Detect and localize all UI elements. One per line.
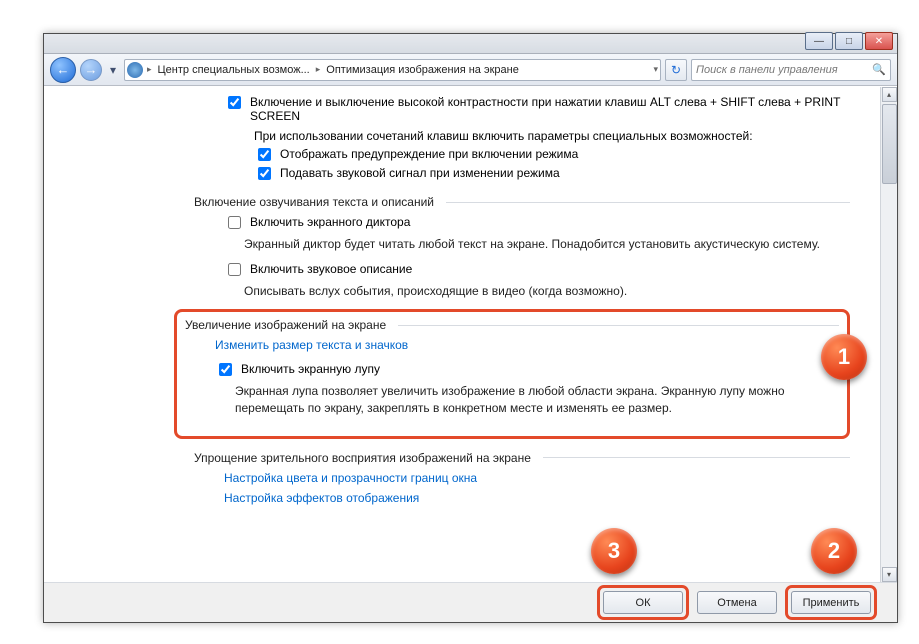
refresh-button[interactable]: ↻	[665, 59, 687, 81]
chevron-right-icon[interactable]: ▸	[147, 64, 152, 75]
annotation-marker-1: 1	[821, 334, 867, 380]
vertical-scrollbar[interactable]: ▴ ▾	[880, 87, 897, 582]
checkbox-input[interactable]	[219, 363, 232, 376]
checkbox-label: Включить звуковое описание	[250, 262, 412, 276]
breadcrumb-segment[interactable]: Оптимизация изображения на экране	[322, 64, 523, 76]
control-panel-window: — □ ✕ ← → ▾ ▸ Центр специальных возмож..…	[43, 33, 898, 623]
forward-button[interactable]: →	[80, 59, 102, 81]
maximize-button[interactable]: □	[835, 32, 863, 50]
back-button[interactable]: ←	[50, 57, 76, 83]
checkbox-input[interactable]	[258, 167, 271, 180]
link-resize-text-icons[interactable]: Изменить размер текста и значков	[185, 338, 839, 352]
link-display-effects[interactable]: Настройка эффектов отображения	[194, 491, 850, 505]
scroll-thumb[interactable]	[882, 104, 897, 184]
scroll-down-button[interactable]: ▾	[882, 567, 897, 582]
annotation-highlight-1: Увеличение изображений на экране Изменит…	[174, 309, 850, 438]
scroll-up-button[interactable]: ▴	[882, 87, 897, 102]
cancel-button[interactable]: Отмена	[697, 591, 777, 614]
nav-history-dropdown[interactable]: ▾	[106, 63, 120, 77]
content-area: Включение и выключение высокой контрастн…	[44, 87, 880, 582]
checkbox-label: Включить экранную лупу	[241, 362, 380, 376]
minimize-button[interactable]: —	[805, 32, 833, 50]
checkbox-label: Включение и выключение высокой контрастн…	[250, 95, 850, 123]
dialog-footer: ОК Отмена Применить	[44, 582, 897, 622]
annotation-marker-3: 3	[591, 528, 637, 574]
breadcrumb-segment[interactable]: Центр специальных возмож...	[154, 64, 314, 76]
checkbox-input[interactable]	[228, 216, 241, 229]
control-panel-icon	[127, 62, 143, 78]
section-heading-magnify: Увеличение изображений на экране	[185, 318, 839, 332]
description-text: Описывать вслух события, происходящие в …	[194, 283, 850, 299]
breadcrumb[interactable]: ▸ Центр специальных возмож... ▸ Оптимиза…	[124, 59, 661, 81]
info-text: При использовании сочетаний клавиш включ…	[194, 129, 850, 143]
ok-button[interactable]: ОК	[603, 591, 683, 614]
search-input[interactable]: Поиск в панели управления 🔍	[691, 59, 891, 81]
section-heading-narration: Включение озвучивания текста и описаний	[194, 195, 850, 209]
checkbox-input[interactable]	[258, 148, 271, 161]
search-placeholder: Поиск в панели управления	[696, 64, 838, 76]
checkbox-input[interactable]	[228, 96, 241, 109]
checkbox-enable-narrator[interactable]: Включить экранного диктора	[194, 215, 850, 232]
checkbox-label: Отображать предупреждение при включении …	[280, 147, 578, 161]
checkbox-input[interactable]	[228, 263, 241, 276]
checkbox-label: Включить экранного диктора	[250, 215, 410, 229]
checkbox-play-sound[interactable]: Подавать звуковой сигнал при изменении р…	[194, 166, 850, 183]
section-heading-simplify: Упрощение зрительного восприятия изображ…	[194, 451, 850, 465]
titlebar: — □ ✕	[44, 34, 897, 54]
annotation-marker-2: 2	[811, 528, 857, 574]
checkbox-high-contrast-toggle[interactable]: Включение и выключение высокой контрастн…	[194, 95, 850, 123]
chevron-down-icon[interactable]: ▾	[653, 64, 658, 75]
apply-button[interactable]: Применить	[791, 591, 871, 614]
chevron-right-icon[interactable]: ▸	[316, 64, 321, 75]
close-button[interactable]: ✕	[865, 32, 893, 50]
description-text: Экранная лупа позволяет увеличить изобра…	[185, 383, 839, 415]
description-text: Экранный диктор будет читать любой текст…	[194, 236, 850, 252]
annotation-highlight-2-wrap: Применить	[785, 585, 877, 620]
search-icon: 🔍	[872, 63, 886, 76]
checkbox-enable-audio-description[interactable]: Включить звуковое описание	[194, 262, 850, 279]
checkbox-label: Подавать звуковой сигнал при изменении р…	[280, 166, 560, 180]
checkbox-enable-magnifier[interactable]: Включить экранную лупу	[185, 362, 839, 379]
annotation-highlight-3-wrap: ОК	[597, 585, 689, 620]
link-window-border-color[interactable]: Настройка цвета и прозрачности границ ок…	[194, 471, 850, 485]
checkbox-show-warning[interactable]: Отображать предупреждение при включении …	[194, 147, 850, 164]
address-bar: ← → ▾ ▸ Центр специальных возмож... ▸ Оп…	[44, 54, 897, 86]
